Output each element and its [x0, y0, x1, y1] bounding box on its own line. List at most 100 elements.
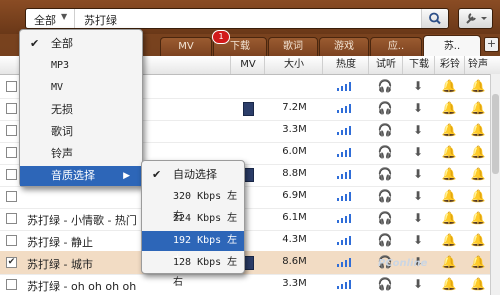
scrollbar-thumb[interactable] — [492, 94, 499, 174]
file-size: 3.3M — [282, 278, 307, 289]
headphones-icon[interactable]: 🎧 — [375, 233, 395, 247]
ringback-bell-icon[interactable]: 🔔 — [439, 211, 459, 225]
row-checkbox[interactable] — [6, 213, 17, 224]
song-title[interactable]: 苏打绿 - 城市 — [27, 256, 93, 272]
ringback-bell-icon[interactable]: 🔔 — [439, 167, 459, 181]
column-header-mv[interactable]: MV — [230, 56, 265, 74]
download-icon[interactable]: ⬇ — [408, 123, 428, 137]
download-icon[interactable]: ⬇ — [408, 211, 428, 225]
ringback-bell-icon[interactable]: 🔔 — [439, 255, 459, 269]
ringtone-bell-icon[interactable]: 🔔 — [468, 211, 488, 225]
row-checkbox[interactable] — [6, 147, 17, 158]
menu-item[interactable]: MP3 — [20, 56, 142, 76]
submenu-arrow-icon: ▶ — [123, 171, 130, 181]
search-button[interactable] — [421, 9, 448, 28]
file-size: 4.3M — [282, 234, 307, 245]
download-icon[interactable]: ⬇ — [408, 189, 428, 203]
ringtone-bell-icon[interactable]: 🔔 — [468, 189, 488, 203]
popularity-bar — [345, 216, 347, 223]
row-checkbox[interactable] — [6, 81, 17, 92]
ringback-bell-icon[interactable]: 🔔 — [439, 277, 459, 291]
row-checkbox[interactable] — [6, 169, 17, 180]
file-size: 3.3M — [282, 124, 307, 135]
quality-option[interactable]: 128 Kbps 左右 — [142, 253, 244, 288]
ringtone-bell-icon[interactable]: 🔔 — [468, 145, 488, 159]
quality-option[interactable]: 224 Kbps 左右 — [142, 209, 244, 244]
download-icon[interactable]: ⬇ — [408, 79, 428, 93]
tab-mv[interactable]: MV — [160, 37, 212, 56]
menu-item[interactable]: ✔ 全部 — [20, 34, 142, 54]
download-icon[interactable]: ⬇ — [408, 233, 428, 247]
column-header-listen: 试听 — [368, 56, 403, 74]
ringback-bell-icon[interactable]: 🔔 — [439, 233, 459, 247]
new-tab-button[interactable]: + — [484, 37, 499, 52]
ringback-bell-icon[interactable]: 🔔 — [439, 145, 459, 159]
quality-option[interactable]: 192 Kbps 左右 — [142, 231, 244, 266]
tab-label: 下载 — [230, 41, 250, 52]
row-checkbox[interactable] — [6, 125, 17, 136]
ringtone-bell-icon[interactable]: 🔔 — [468, 233, 488, 247]
headphones-icon[interactable]: 🎧 — [375, 167, 395, 181]
tab-search-result[interactable]: 苏.. — [423, 35, 481, 57]
quality-option[interactable]: ✔ 自动选择 — [142, 165, 244, 185]
search-input[interactable]: 苏打绿 — [84, 12, 117, 28]
file-size: 6.9M — [282, 190, 307, 201]
menu-item[interactable]: 歌词 — [20, 122, 142, 142]
column-header-heat[interactable]: 热度 — [322, 56, 369, 74]
row-checkbox[interactable] — [6, 279, 17, 290]
download-icon[interactable]: ⬇ — [408, 167, 428, 181]
headphones-icon[interactable]: 🎧 — [375, 277, 395, 291]
ringback-bell-icon[interactable]: 🔔 — [439, 79, 459, 93]
download-icon[interactable]: ⬇ — [408, 277, 428, 291]
search-scope-dropdown[interactable]: 全部 ▼ — [26, 9, 75, 28]
ringtone-bell-icon[interactable]: 🔔 — [468, 79, 488, 93]
ringtone-bell-icon[interactable]: 🔔 — [468, 101, 488, 115]
mv-icon[interactable] — [243, 102, 254, 116]
row-checkbox[interactable] — [6, 191, 17, 202]
download-icon[interactable]: ⬇ — [408, 101, 428, 115]
headphones-icon[interactable]: 🎧 — [375, 101, 395, 115]
row-checkbox[interactable] — [6, 235, 17, 246]
quality-option[interactable]: 320 Kbps 左右 — [142, 187, 244, 222]
ringback-bell-icon[interactable]: 🔔 — [439, 123, 459, 137]
ringtone-bell-icon[interactable]: 🔔 — [468, 277, 488, 291]
ringtone-bell-icon[interactable]: 🔔 — [468, 255, 488, 269]
column-header-size[interactable]: 大小 — [264, 56, 323, 74]
tab-apps[interactable]: 应.. — [370, 37, 422, 56]
file-size: 7.2M — [282, 102, 307, 113]
search-box[interactable]: 全部 ▼ 苏打绿 — [25, 8, 449, 29]
ringtone-bell-icon[interactable]: 🔔 — [468, 167, 488, 181]
table-row[interactable]: 苏打绿 - 小情歌 - 热门 6.1M 🎧 ⬇ 🔔 🔔 — [0, 207, 500, 231]
tab-games[interactable]: 游戏 — [319, 37, 369, 56]
menu-item[interactable]: 铃声 — [20, 144, 142, 164]
popularity-bar — [349, 280, 351, 289]
menu-item-label: MP3 — [51, 60, 70, 71]
download-icon[interactable]: ⬇ — [408, 145, 428, 159]
vertical-scrollbar[interactable] — [490, 74, 500, 295]
ringback-bell-icon[interactable]: 🔔 — [439, 189, 459, 203]
menu-item[interactable]: 无损 — [20, 100, 142, 120]
song-title[interactable]: 苏打绿 - 小情歌 - 热门 — [27, 212, 137, 228]
ringback-bell-icon[interactable]: 🔔 — [439, 101, 459, 115]
tab-lyrics[interactable]: 歌词 — [268, 37, 318, 56]
row-checkbox[interactable]: ✔ — [6, 257, 17, 268]
tools-menu-button[interactable] — [458, 8, 493, 29]
table-row[interactable]: 苏打绿 - oh oh oh oh 3.3M 🎧 ⬇ 🔔 🔔 — [0, 273, 500, 295]
tab-label: 苏.. — [443, 41, 461, 52]
menu-item[interactable]: 音质选择 ▶ — [20, 166, 142, 186]
table-row[interactable]: 6.9M 🎧 ⬇ 🔔 🔔 — [0, 185, 500, 209]
download-count-badge: 1 — [212, 30, 230, 44]
table-row[interactable]: 苏打绿 - 静止 4.3M 🎧 ⬇ 🔔 🔔 — [0, 229, 500, 253]
headphones-icon[interactable]: 🎧 — [375, 123, 395, 137]
row-checkbox[interactable] — [6, 103, 17, 114]
menu-item[interactable]: MV — [20, 78, 142, 98]
headphones-icon[interactable]: 🎧 — [375, 79, 395, 93]
song-title[interactable]: 苏打绿 - oh oh oh oh — [27, 278, 136, 294]
headphones-icon[interactable]: 🎧 — [375, 189, 395, 203]
headphones-icon[interactable]: 🎧 — [375, 211, 395, 225]
song-title[interactable]: 苏打绿 - 静止 — [27, 234, 93, 250]
file-size: 8.6M — [282, 256, 307, 267]
search-scope-label: 全部 — [34, 14, 56, 27]
ringtone-bell-icon[interactable]: 🔔 — [468, 123, 488, 137]
headphones-icon[interactable]: 🎧 — [375, 145, 395, 159]
